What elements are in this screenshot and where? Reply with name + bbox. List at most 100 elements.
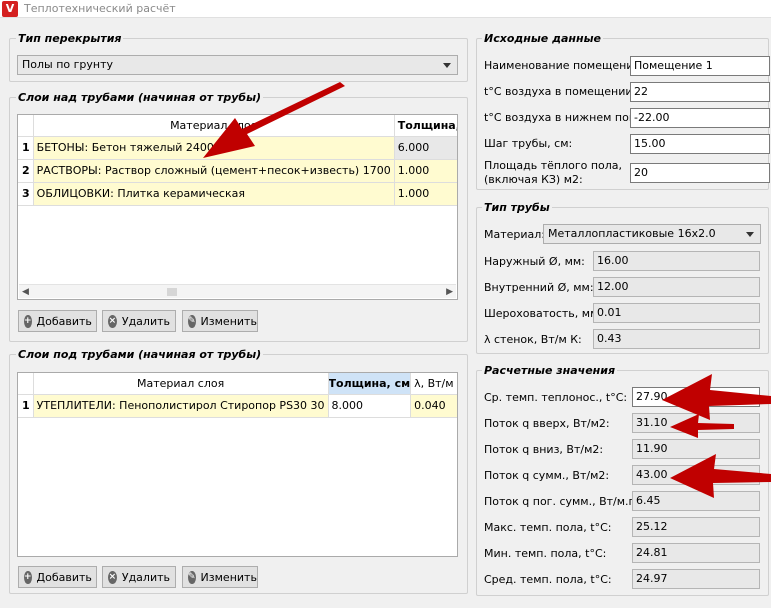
- room-name-input[interactable]: Помещение 1: [630, 56, 770, 76]
- delete-icon: ×: [108, 314, 117, 328]
- room-temp-label: t°C воздуха в помещении:: [484, 85, 637, 98]
- max-floor-temp-field: 25.12: [632, 517, 760, 537]
- pipe-step-label: Шаг трубы, см:: [484, 137, 573, 150]
- flow-up-label: Поток q вверх, Вт/м2:: [484, 417, 610, 430]
- scroll-right-icon[interactable]: ▶: [446, 287, 453, 297]
- pipe-material-label: Материал:: [484, 228, 546, 241]
- column-header-lambda[interactable]: λ, Вт/м К: [410, 373, 457, 395]
- floor-type-select[interactable]: Полы по грунту: [17, 55, 458, 75]
- row-number: 2: [18, 159, 34, 183]
- above-layers-title: Слои над трубами (начиная от трубы): [16, 91, 264, 104]
- edit-icon: ✎: [188, 314, 196, 328]
- plus-icon: +: [24, 570, 32, 584]
- thickness-cell[interactable]: 6.000: [394, 136, 457, 160]
- delete-above-label: Удалить: [121, 314, 170, 328]
- app-logo-icon: V: [2, 1, 18, 17]
- floor-area-label-2: (включая КЗ) м2:: [484, 173, 583, 186]
- pipe-step-input[interactable]: 15.00: [630, 134, 770, 154]
- pipe-material-value: Металлопластиковые 16х2.0: [548, 227, 716, 240]
- column-header-material[interactable]: Материал слоя: [33, 373, 329, 395]
- column-header-thickness[interactable]: Толщина, см: [328, 373, 412, 395]
- inner-diameter-field: 12.00: [593, 277, 760, 297]
- floor-type-value: Полы по грунту: [22, 58, 114, 71]
- delete-icon: ×: [108, 570, 117, 584]
- thickness-cell[interactable]: 1.000: [394, 159, 457, 183]
- add-below-label: Добавить: [36, 570, 92, 584]
- min-floor-temp-label: Мин. темп. пола, t°C:: [484, 547, 607, 560]
- table-row[interactable]: 3 ОБЛИЦОВКИ: Плитка керамическая 1.000: [18, 182, 457, 206]
- chevron-down-icon: [746, 232, 754, 237]
- floor-type-title: Тип перекрытия: [16, 32, 124, 45]
- roughness-label: Шероховатость, мм:: [484, 307, 603, 320]
- edit-icon: ✎: [188, 570, 196, 584]
- outer-diameter-field: 16.00: [593, 251, 760, 271]
- room-name-label: Наименование помещение:: [484, 59, 644, 72]
- window-title: Теплотехнический расчёт: [24, 2, 176, 15]
- source-data-title: Исходные данные: [482, 32, 604, 45]
- max-floor-temp-label: Макс. темп. пола, t°C:: [484, 521, 612, 534]
- inner-diameter-label: Внутренний Ø, мм:: [484, 281, 594, 294]
- table-row[interactable]: 2 РАСТВОРЫ: Раствор сложный (цемент+песо…: [18, 159, 457, 183]
- material-cell[interactable]: ОБЛИЦОВКИ: Плитка керамическая: [33, 182, 395, 206]
- outer-diameter-label: Наружный Ø, мм:: [484, 255, 585, 268]
- material-cell[interactable]: БЕТОНЫ: Бетон тяжелый 2400: [33, 136, 395, 160]
- below-layers-title: Слои под трубами (начиная от трубы): [16, 348, 264, 361]
- row-number: 3: [18, 182, 34, 206]
- flow-sum-label: Поток q сумм., Вт/м2:: [484, 469, 610, 482]
- roughness-field: 0.01: [593, 303, 760, 323]
- table-header: Материал слоя Толщина, см λ, Вт/м К: [18, 373, 457, 395]
- flow-down-field: 11.90: [632, 439, 760, 459]
- table-row[interactable]: 1 УТЕПЛИТЕЛИ: Пенополистирол Стиропор PS…: [18, 394, 457, 418]
- floor-area-input[interactable]: 20: [630, 163, 770, 183]
- avg-floor-temp-label: Сред. темп. пола, t°C:: [484, 573, 612, 586]
- table-row[interactable]: 1 БЕТОНЫ: Бетон тяжелый 2400 6.000: [18, 136, 457, 160]
- delete-below-label: Удалить: [121, 570, 170, 584]
- pipe-type-title: Тип трубы: [482, 201, 552, 214]
- delete-below-button[interactable]: × Удалить: [102, 566, 176, 588]
- chevron-down-icon: [443, 63, 451, 68]
- lower-room-temp-label: t°C воздуха в нижнем пом.:: [484, 111, 645, 124]
- horizontal-scrollbar[interactable]: ◀ ▶: [19, 284, 456, 298]
- edit-above-label: Изменить: [200, 314, 257, 328]
- results-title: Расчетные значения: [482, 364, 618, 377]
- thickness-cell[interactable]: 1.000: [394, 182, 457, 206]
- scroll-left-icon[interactable]: ◀: [22, 287, 29, 297]
- row-number-header: [18, 373, 34, 395]
- avg-coolant-temp-label: Ср. темп. теплонос., t°C:: [484, 391, 628, 404]
- scroll-thumb[interactable]: [167, 288, 177, 296]
- edit-above-button[interactable]: ✎ Изменить: [182, 310, 258, 332]
- linear-flow-sum-field: 6.45: [632, 491, 760, 511]
- edit-below-button[interactable]: ✎ Изменить: [182, 566, 258, 588]
- title-bar: V Теплотехнический расчёт: [0, 0, 771, 18]
- plus-icon: +: [24, 314, 32, 328]
- wall-lambda-field: 0.43: [593, 329, 760, 349]
- avg-floor-temp-field: 24.97: [632, 569, 760, 589]
- column-header-material[interactable]: Материал слоя: [33, 115, 395, 137]
- flow-down-label: Поток q вниз, Вт/м2:: [484, 443, 604, 456]
- column-header-thickness[interactable]: Толщина, см: [394, 115, 457, 137]
- floor-area-label: Площадь тёплого пола,: [484, 159, 623, 172]
- lower-room-temp-input[interactable]: -22.00: [630, 108, 770, 128]
- linear-flow-sum-label: Поток q пог. сумм., Вт/м.п.:: [484, 495, 643, 508]
- thickness-cell[interactable]: 8.000: [328, 394, 412, 418]
- avg-coolant-temp-field[interactable]: 27.90: [632, 387, 760, 407]
- material-cell[interactable]: УТЕПЛИТЕЛИ: Пенополистирол Стиропор PS30…: [33, 394, 329, 418]
- material-cell[interactable]: РАСТВОРЫ: Раствор сложный (цемент+песок+…: [33, 159, 395, 183]
- pipe-material-select[interactable]: Металлопластиковые 16х2.0: [543, 224, 761, 244]
- row-number: 1: [18, 394, 34, 418]
- row-number-header: [18, 115, 34, 137]
- lambda-cell[interactable]: 0.040: [410, 394, 457, 418]
- edit-below-label: Изменить: [200, 570, 257, 584]
- below-layers-table[interactable]: Материал слоя Толщина, см λ, Вт/м К 1 УТ…: [17, 372, 458, 557]
- above-layers-table[interactable]: Материал слоя Толщина, см 1 БЕТОНЫ: Бето…: [17, 114, 458, 300]
- delete-above-button[interactable]: × Удалить: [102, 310, 176, 332]
- wall-lambda-label: λ стенок, Вт/м К:: [484, 333, 582, 346]
- add-below-button[interactable]: + Добавить: [18, 566, 97, 588]
- flow-up-field: 31.10: [632, 413, 760, 433]
- flow-sum-field: 43.00: [632, 465, 760, 485]
- room-temp-input[interactable]: 22: [630, 82, 770, 102]
- min-floor-temp-field: 24.81: [632, 543, 760, 563]
- add-above-label: Добавить: [36, 314, 92, 328]
- add-above-button[interactable]: + Добавить: [18, 310, 97, 332]
- table-header: Материал слоя Толщина, см: [18, 115, 457, 137]
